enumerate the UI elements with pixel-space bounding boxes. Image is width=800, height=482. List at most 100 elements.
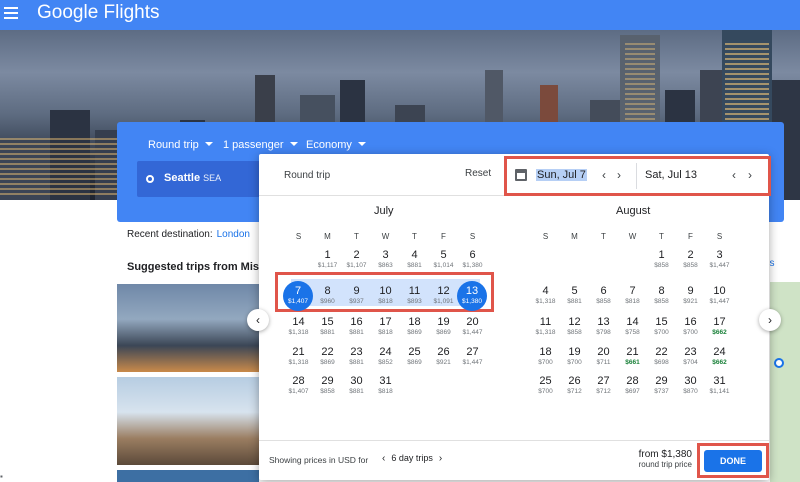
- calendar-day[interactable]: 27 $1,447: [458, 344, 487, 372]
- done-button[interactable]: DONE: [704, 450, 762, 472]
- calendar-day[interactable]: 19 $700: [560, 344, 589, 372]
- calendar-day[interactable]: 6 $1,380: [458, 247, 487, 275]
- day-price: $711: [596, 359, 611, 366]
- calendar-day[interactable]: 23 $881: [342, 344, 371, 372]
- calendar-day[interactable]: 4 $1,318: [531, 283, 560, 311]
- calendar-day[interactable]: 10 $1,447: [705, 283, 734, 311]
- calendar-day[interactable]: 19 $869: [429, 314, 458, 342]
- calendar-day[interactable]: 1 $1,117: [313, 247, 342, 275]
- calendar-day[interactable]: 30 $881: [342, 373, 371, 401]
- calendar-day[interactable]: 2 $1,107: [342, 247, 371, 275]
- calendar-day[interactable]: 15 $700: [647, 314, 676, 342]
- calendar-day[interactable]: 5 $881: [560, 283, 589, 311]
- calendar-day[interactable]: 21 $661: [618, 344, 647, 372]
- calendar-day[interactable]: 31 $818: [371, 373, 400, 401]
- calendar-day[interactable]: 12 $1,091: [429, 283, 458, 311]
- calendar-day[interactable]: 25 $869: [400, 344, 429, 372]
- calendar-day[interactable]: 13 $798: [589, 314, 618, 342]
- calendar-day[interactable]: 16 $881: [342, 314, 371, 342]
- calendar-day[interactable]: 8 $858: [647, 283, 676, 311]
- price-summary: from $1,380 round trip price: [632, 449, 692, 469]
- calendar-day[interactable]: 11 $893: [400, 283, 429, 311]
- return-date-field[interactable]: Sat, Jul 13: [645, 169, 697, 181]
- suggested-trip-image[interactable]: [117, 377, 259, 465]
- chevron-left-icon[interactable]: ‹: [382, 453, 385, 464]
- calendar-day[interactable]: 17 $662: [705, 314, 734, 342]
- calendar-day[interactable]: 22 $869: [313, 344, 342, 372]
- recent-destination-link[interactable]: London: [217, 229, 250, 240]
- day-number: 8: [324, 285, 331, 297]
- next-month-button[interactable]: ›: [759, 309, 781, 331]
- calendar-day[interactable]: 29 $737: [647, 373, 676, 401]
- calendar-day[interactable]: 18 $700: [531, 344, 560, 372]
- suggested-trip-image[interactable]: [117, 470, 259, 482]
- reset-button[interactable]: Reset: [465, 168, 491, 179]
- suggested-trip-image[interactable]: [117, 284, 259, 372]
- calendar-day[interactable]: 22 $698: [647, 344, 676, 372]
- calendar-day[interactable]: 20 $711: [589, 344, 618, 372]
- feedback-icon[interactable]: ▪: [0, 472, 3, 481]
- calendar-day[interactable]: 4 $881: [400, 247, 429, 275]
- calendar-day[interactable]: 12 $858: [560, 314, 589, 342]
- calendar-day[interactable]: 20 $1,447: [458, 314, 487, 342]
- passengers-label: 1 passenger: [223, 139, 284, 151]
- calendar-day[interactable]: 26 $712: [560, 373, 589, 401]
- caret-down-icon: [204, 142, 213, 146]
- calendar-day[interactable]: 23 $704: [676, 344, 705, 372]
- calendar-day[interactable]: 7 $818: [618, 283, 647, 311]
- calendar-day[interactable]: 3 $1,447: [705, 247, 734, 275]
- calendar-day[interactable]: 26 $921: [429, 344, 458, 372]
- calendar-day[interactable]: 27 $712: [589, 373, 618, 401]
- calendar-day[interactable]: 8 $960: [313, 283, 342, 311]
- calendar-day[interactable]: 9 $937: [342, 283, 371, 311]
- calendar-day[interactable]: 1 $858: [647, 247, 676, 275]
- calendar-day[interactable]: 6 $858: [589, 283, 618, 311]
- calendar-day[interactable]: 15 $881: [313, 314, 342, 342]
- calendar-day[interactable]: 24 $852: [371, 344, 400, 372]
- previous-month-button[interactable]: ‹: [247, 309, 269, 331]
- chevron-left-icon[interactable]: ‹: [732, 168, 736, 182]
- caret-down-icon: [357, 142, 366, 146]
- day-number: 2: [687, 249, 694, 261]
- calendar-day[interactable]: 7 $1,407: [283, 281, 313, 311]
- weekday-label: S: [295, 232, 302, 241]
- calendar-day[interactable]: 14 $1,318: [284, 314, 313, 342]
- calendar-day[interactable]: 13 $1,380: [457, 281, 487, 311]
- calendar-day[interactable]: 21 $1,318: [284, 344, 313, 372]
- day-number: 28: [292, 375, 305, 387]
- month-title-august: August: [616, 205, 651, 217]
- chevron-right-icon[interactable]: ›: [617, 168, 621, 182]
- origin-field[interactable]: Seattle SEA: [137, 161, 263, 197]
- chevron-right-icon[interactable]: ›: [748, 168, 752, 182]
- calendar-day[interactable]: 11 $1,318: [531, 314, 560, 342]
- calendar-day[interactable]: 25 $700: [531, 373, 560, 401]
- calendar-day[interactable]: 5 $1,014: [429, 247, 458, 275]
- calendar-day[interactable]: 28 $1,407: [284, 373, 313, 401]
- chevron-right-icon[interactable]: ›: [439, 453, 442, 464]
- calendar-day[interactable]: 30 $870: [676, 373, 705, 401]
- chevron-left-icon[interactable]: ‹: [602, 168, 606, 182]
- calendar-day[interactable]: 28 $697: [618, 373, 647, 401]
- day-number: 3: [382, 249, 389, 261]
- calendar-day[interactable]: 18 $869: [400, 314, 429, 342]
- hamburger-menu-icon[interactable]: [4, 7, 18, 21]
- calendar-day[interactable]: 10 $818: [371, 283, 400, 311]
- weekday-label: M: [571, 232, 578, 241]
- calendar-day[interactable]: 29 $858: [313, 373, 342, 401]
- calendar-day[interactable]: 14 $758: [618, 314, 647, 342]
- app-logo[interactable]: Google Flights: [37, 2, 160, 24]
- calendar-day[interactable]: 2 $858: [676, 247, 705, 275]
- trip-type-label[interactable]: Round trip: [284, 170, 330, 181]
- passengers-dropdown[interactable]: 1 passenger: [223, 139, 298, 151]
- calendar-day[interactable]: 9 $921: [676, 283, 705, 311]
- trip-type-dropdown[interactable]: Round trip: [148, 139, 213, 151]
- calendar-day[interactable]: 31 $1,141: [705, 373, 734, 401]
- calendar-day[interactable]: 3 $863: [371, 247, 400, 275]
- calendar-day[interactable]: 17 $818: [371, 314, 400, 342]
- day-price: $704: [683, 359, 698, 366]
- cabin-class-dropdown[interactable]: Economy: [306, 139, 366, 151]
- calendar-day[interactable]: 16 $700: [676, 314, 705, 342]
- departure-date-field[interactable]: Sun, Jul 7: [536, 169, 587, 181]
- calendar-day[interactable]: 24 $662: [705, 344, 734, 372]
- date-picker-footer: Showing prices in USD for ‹ 6 day trips › …: [259, 440, 769, 480]
